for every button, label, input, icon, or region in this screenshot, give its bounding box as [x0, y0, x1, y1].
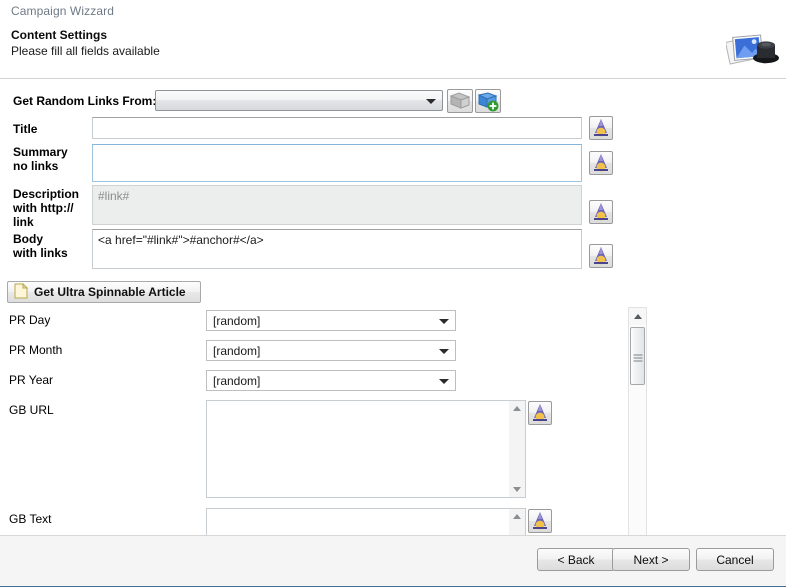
chevron-down-icon: [439, 378, 449, 384]
cancel-button[interactable]: Cancel: [696, 548, 774, 571]
photos-magnifier-icon: [724, 28, 784, 74]
gb-url-label: GB URL: [9, 403, 54, 417]
description-value: #link#: [98, 189, 130, 203]
document-page-icon: [14, 282, 29, 302]
pr-year-label: PR Year: [9, 373, 54, 387]
body-spin-button[interactable]: [589, 244, 613, 268]
triangle-up-icon: [513, 406, 521, 411]
wizard-hat-icon: [594, 119, 608, 137]
title-spin-button[interactable]: [589, 116, 613, 140]
description-spin-button[interactable]: [589, 200, 613, 224]
chevron-down-icon: [426, 98, 436, 104]
title-label: Title: [13, 122, 38, 136]
pr-month-select[interactable]: [random]: [206, 340, 456, 361]
summary-label-line2: no links: [13, 159, 59, 173]
add-links-button[interactable]: [475, 89, 501, 113]
browse-links-button[interactable]: [447, 89, 473, 113]
description-label-line1: Description: [13, 187, 80, 201]
campaign-wizard-window: Campaign Wizzard Content Settings Please…: [0, 0, 786, 587]
body-label-line2: with links: [13, 246, 68, 260]
pr-day-value: [random]: [213, 314, 261, 328]
pr-day-label: PR Day: [9, 313, 51, 327]
summary-label-line1: Summary: [13, 145, 68, 159]
wizard-hat-icon: [594, 247, 608, 265]
get-spinnable-article-label: Get Ultra Spinnable Article: [34, 285, 186, 299]
next-button[interactable]: Next >: [612, 548, 690, 571]
back-button[interactable]: < Back: [537, 548, 615, 571]
form-scroll-area: Get Random Links From: Title Summary no …: [0, 79, 786, 535]
chevron-down-icon: [439, 318, 449, 324]
cancel-button-label: Cancel: [716, 552, 754, 567]
wizard-footer: < Back Next > Cancel: [0, 535, 786, 587]
back-button-label: < Back: [557, 552, 595, 567]
wizard-hat-icon: [533, 512, 547, 530]
random-links-label: Get Random Links From:: [13, 94, 157, 108]
gb-url-textarea[interactable]: [206, 400, 526, 498]
disabled-folder-icon: [449, 92, 471, 109]
triangle-up-icon: [633, 314, 642, 319]
pr-month-value: [random]: [213, 344, 261, 358]
description-label-line3: link: [13, 215, 34, 229]
get-spinnable-article-button[interactable]: Get Ultra Spinnable Article: [7, 281, 201, 303]
gb-text-scroll-up[interactable]: [509, 509, 525, 524]
gb-url-scroll-down[interactable]: [509, 482, 525, 497]
body-value: <a href="#link#">#anchor#</a>: [98, 233, 264, 247]
gb-text-spin-button[interactable]: [528, 509, 552, 533]
wizard-header: Campaign Wizzard Content Settings Please…: [0, 0, 786, 79]
gb-url-scroll-up[interactable]: [509, 401, 525, 416]
wizard-hat-icon: [533, 404, 547, 422]
page-subtitle: Please fill all fields available: [11, 44, 160, 58]
gb-url-scrollbar[interactable]: [509, 401, 525, 497]
form-scrollbar[interactable]: [628, 307, 647, 535]
body-textarea[interactable]: <a href="#link#">#anchor#</a>: [92, 229, 582, 269]
gb-url-spin-button[interactable]: [528, 401, 552, 425]
wizard-hat-icon: [594, 154, 608, 172]
wizard-hat-icon: [594, 203, 608, 221]
title-input[interactable]: [92, 117, 582, 139]
random-links-select[interactable]: [155, 90, 443, 111]
description-label-line2: with http://: [13, 201, 74, 215]
gb-text-textarea[interactable]: [206, 508, 526, 535]
pr-year-value: [random]: [213, 374, 261, 388]
chevron-down-icon: [439, 348, 449, 354]
description-textarea[interactable]: #link#: [92, 185, 582, 225]
gb-text-label: GB Text: [9, 512, 52, 526]
page-title: Content Settings: [11, 28, 107, 42]
scroll-grip-icon: [633, 353, 642, 362]
pr-day-select[interactable]: [random]: [206, 310, 456, 331]
pr-month-label: PR Month: [9, 343, 63, 357]
body-label-line1: Body: [13, 232, 43, 246]
summary-spin-button[interactable]: [589, 151, 613, 175]
next-button-label: Next >: [633, 552, 669, 567]
form-scroll-up-button[interactable]: [629, 308, 646, 325]
triangle-down-icon: [513, 487, 521, 492]
gb-text-scrollbar[interactable]: [509, 509, 525, 535]
summary-textarea[interactable]: [92, 144, 582, 182]
add-book-icon: [477, 92, 499, 112]
wizard-name-label: Campaign Wizzard: [11, 4, 114, 18]
pr-year-select[interactable]: [random]: [206, 370, 456, 391]
form-scroll-thumb[interactable]: [630, 327, 645, 385]
triangle-up-icon: [513, 514, 521, 519]
